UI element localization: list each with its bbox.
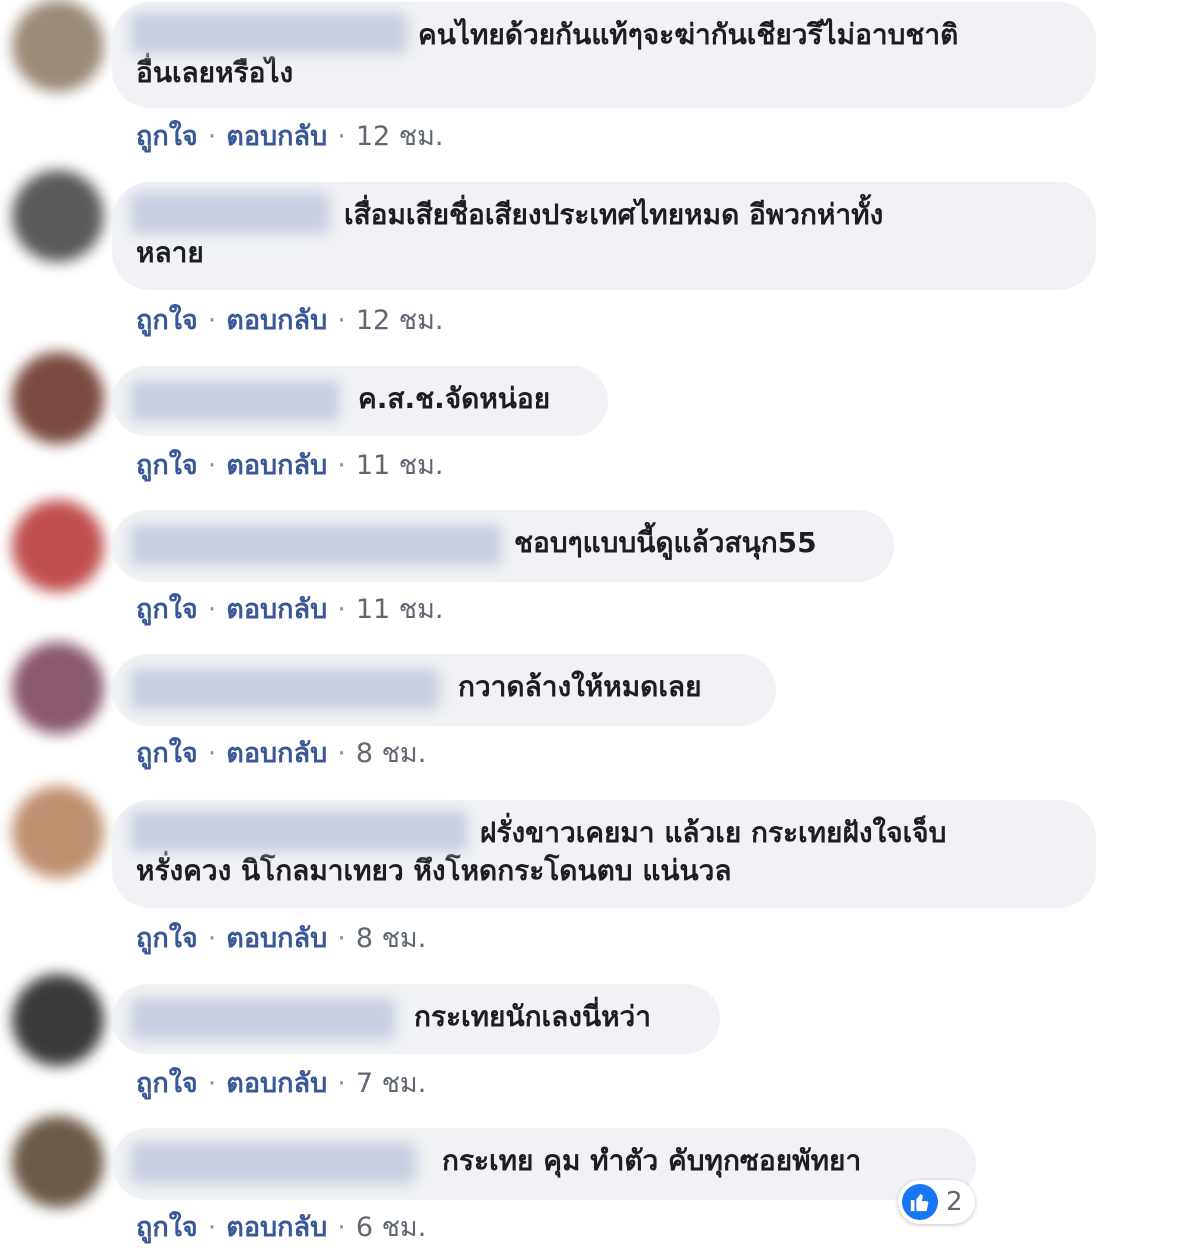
like-link[interactable]: ถูกใจ [136,305,198,336]
comment-bubble: ค.ส.ช.จัดหน่อย [112,366,608,436]
like-link[interactable]: ถูกใจ [136,1068,198,1099]
commenter-name[interactable] [130,1142,416,1184]
commenter-name[interactable] [130,998,396,1040]
avatar[interactable] [12,974,104,1066]
reply-link[interactable]: ตอบกลับ [226,1212,327,1243]
timestamp[interactable]: 8 ชม. [356,738,426,769]
comment-actions: ถูกใจ · ตอบกลับ · 12 ชม. [136,114,443,157]
timestamp[interactable]: 6 ชม. [356,1212,426,1243]
commenter-name[interactable] [130,524,502,566]
comment-actions: ถูกใจ · ตอบกลับ · 8 ชม. [136,731,426,774]
like-link[interactable]: ถูกใจ [136,594,198,625]
separator: · [207,305,217,336]
comment-bubble: ฝรั่งขาวเคยมา แล้วเย กระเทยฝังใจเจ็บ หรั… [112,800,1096,908]
reply-link[interactable]: ตอบกลับ [226,923,327,954]
comment-bubble: กระเทย คุม ทำตัว คับทุกซอยพัทยา [112,1128,976,1200]
separator: · [207,450,217,481]
commenter-name[interactable] [130,192,330,234]
commenter-name[interactable] [130,12,408,54]
reply-link[interactable]: ตอบกลับ [226,738,327,769]
commenter-name[interactable] [130,668,440,710]
reaction-count: 2 [946,1187,963,1217]
like-link[interactable]: ถูกใจ [136,738,198,769]
commenter-name[interactable] [130,810,468,852]
comment-bubble: คนไทยด้วยกันแท้ๆจะฆ่ากันเชียวรึไม่อาบชาต… [112,2,1096,108]
avatar[interactable] [12,352,104,444]
reply-link[interactable]: ตอบกลับ [226,594,327,625]
reaction-badge[interactable]: 2 [898,1180,975,1224]
comment-actions: ถูกใจ · ตอบกลับ · 6 ชม. [136,1205,426,1248]
comment-bubble: กระเทยนักเลงนี่หว่า [112,984,720,1054]
timestamp[interactable]: 7 ชม. [356,1068,426,1099]
separator: · [207,1212,217,1243]
commenter-name[interactable] [130,380,340,422]
comment-actions: ถูกใจ · ตอบกลับ · 11 ชม. [136,443,443,486]
comment-actions: ถูกใจ · ตอบกลับ · 8 ชม. [136,916,426,959]
avatar[interactable] [12,170,104,262]
separator: · [337,594,346,625]
timestamp[interactable]: 8 ชม. [356,923,426,954]
reply-link[interactable]: ตอบกลับ [226,305,327,336]
separator: · [207,923,217,954]
reply-link[interactable]: ตอบกลับ [226,1068,327,1099]
avatar[interactable] [12,1116,104,1208]
separator: · [207,738,217,769]
timestamp[interactable]: 11 ชม. [356,450,444,481]
separator: · [337,1068,346,1099]
timestamp[interactable]: 12 ชม. [356,305,444,336]
separator: · [207,121,217,152]
thumbs-up-icon [902,1184,938,1220]
comment-actions: ถูกใจ · ตอบกลับ · 11 ชม. [136,587,443,630]
timestamp[interactable]: 11 ชม. [356,594,444,625]
like-link[interactable]: ถูกใจ [136,450,198,481]
avatar[interactable] [12,500,104,592]
comment-actions: ถูกใจ · ตอบกลับ · 12 ชม. [136,298,443,341]
separator: · [337,450,346,481]
avatar[interactable] [12,786,104,878]
timestamp[interactable]: 12 ชม. [356,121,444,152]
separator: · [207,594,217,625]
reply-link[interactable]: ตอบกลับ [226,450,327,481]
separator: · [337,1212,346,1243]
like-link[interactable]: ถูกใจ [136,121,198,152]
comment-actions: ถูกใจ · ตอบกลับ · 7 ชม. [136,1061,426,1104]
like-link[interactable]: ถูกใจ [136,1212,198,1243]
separator: · [337,121,346,152]
comment-bubble: เสื่อมเสียชื่อเสียงประเทศไทยหมด อีพวกห่า… [112,182,1096,290]
separator: · [337,738,346,769]
separator: · [337,923,346,954]
reply-link[interactable]: ตอบกลับ [226,121,327,152]
avatar[interactable] [12,0,104,92]
separator: · [207,1068,217,1099]
separator: · [337,305,346,336]
comment-bubble: ชอบๆแบบนี้ดูแล้วสนุก55 [112,510,894,582]
avatar[interactable] [12,642,104,734]
like-link[interactable]: ถูกใจ [136,923,198,954]
comment-bubble: กวาดล้างให้หมดเลย [112,654,776,726]
